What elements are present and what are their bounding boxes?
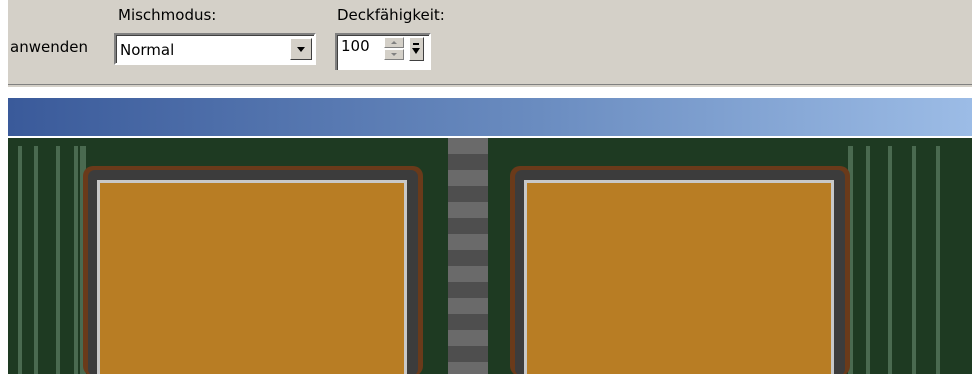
toolbar-separator — [8, 84, 972, 88]
blend-mode-dropdown-button[interactable] — [290, 38, 312, 60]
image-canvas[interactable] — [8, 138, 972, 374]
right-panel — [510, 166, 850, 374]
left-panel — [83, 166, 423, 374]
apply-label: anwenden — [10, 38, 88, 56]
opacity-input[interactable]: 100 — [335, 33, 431, 70]
opacity-stepper — [384, 37, 406, 61]
image-window-titlebar[interactable] — [8, 98, 972, 136]
canvas-artwork — [8, 138, 972, 374]
app-window: anwenden Mischmodus: Deckfähigkeit: Norm… — [0, 0, 972, 374]
blend-mode-label: Mischmodus: — [118, 6, 217, 24]
opacity-increment-button[interactable] — [384, 37, 404, 48]
blend-mode-dropdown[interactable]: Normal — [114, 33, 316, 65]
arrow-down-icon — [391, 53, 397, 56]
slider-arrow-icon — [412, 48, 420, 54]
arrow-up-icon — [391, 41, 397, 44]
transparent-strip — [448, 138, 488, 374]
opacity-value: 100 — [341, 37, 370, 55]
opacity-label: Deckfähigkeit: — [337, 6, 445, 24]
opacity-slider-button[interactable] — [409, 37, 424, 61]
chevron-down-icon — [297, 47, 305, 52]
blend-mode-value: Normal — [120, 41, 175, 59]
opacity-decrement-button[interactable] — [384, 49, 404, 60]
slider-bar-icon — [413, 43, 419, 45]
